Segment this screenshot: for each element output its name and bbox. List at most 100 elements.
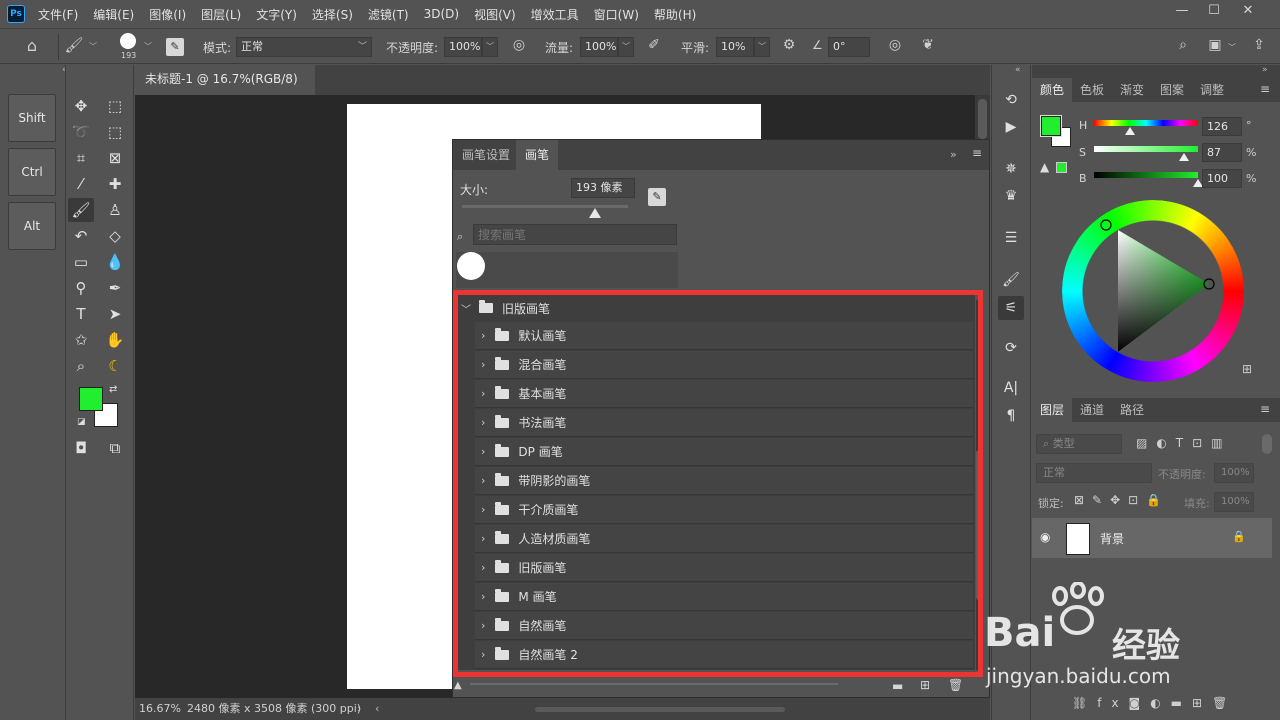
flow-dropdown[interactable]: ﹀: [618, 37, 634, 57]
menu-layer[interactable]: 图层(L): [201, 6, 241, 23]
new-folder-icon[interactable]: ▬: [892, 679, 903, 693]
brush-tool-icon[interactable]: 🖌: [68, 198, 94, 222]
share-icon[interactable]: ⇪: [1248, 37, 1270, 57]
panel-menu-icon[interactable]: ≡: [972, 146, 982, 160]
brush-folder-row[interactable]: › 混合画笔: [475, 351, 973, 379]
chevron-right-icon[interactable]: ›: [481, 648, 485, 661]
pressure-size-icon[interactable]: ◎: [884, 37, 906, 57]
clone-source-panel-icon[interactable]: ⟳: [998, 336, 1024, 360]
alt-key-button[interactable]: Alt: [8, 202, 56, 250]
chevron-right-icon[interactable]: ›: [481, 416, 485, 429]
eye-icon[interactable]: ◉: [1040, 530, 1050, 544]
pressure-opacity-icon[interactable]: ◎: [508, 37, 530, 57]
brush-preset-icon[interactable]: [120, 33, 136, 49]
layer-opacity-input[interactable]: 100%: [1214, 463, 1254, 483]
histogram-panel-icon[interactable]: ♛: [998, 184, 1024, 208]
hue-slider-thumb[interactable]: [1125, 127, 1136, 135]
search-icon[interactable]: ⌕: [1172, 37, 1194, 57]
expand-panel-icon[interactable]: »: [950, 148, 957, 161]
saturation-slider[interactable]: [1094, 146, 1198, 152]
brush-folder-row[interactable]: › 人造材质画笔: [475, 525, 973, 553]
hue-slider[interactable]: [1094, 120, 1198, 126]
root-folder-row[interactable]: ﹀ 旧版画笔: [458, 294, 974, 322]
opacity-dropdown[interactable]: ﹀: [482, 37, 498, 57]
tab-brush-settings[interactable]: 画笔设置: [453, 140, 519, 170]
history-panel-icon[interactable]: ⟲: [998, 88, 1024, 112]
marquee-tool-icon[interactable]: ⬚: [102, 94, 128, 118]
zoom-readout[interactable]: 16.67%: [139, 698, 181, 720]
panel-menu-icon[interactable]: ≡: [1260, 402, 1270, 416]
chevron-right-icon[interactable]: ›: [481, 590, 485, 603]
gear-icon[interactable]: ⚙: [778, 37, 800, 57]
web-safe-color-swatch[interactable]: [1056, 162, 1067, 173]
smooth-input[interactable]: 10%: [716, 37, 754, 57]
layer-filter-select[interactable]: ⌕ 类型: [1036, 434, 1122, 454]
lock-icons[interactable]: ⊠✎✥⊡🔒: [1074, 493, 1169, 507]
blend-mode-select[interactable]: 正常: [1036, 463, 1152, 483]
screen-mode-icon[interactable]: ⧉: [102, 436, 128, 460]
menu-type[interactable]: 文字(Y): [256, 6, 297, 23]
swap-colors-icon[interactable]: ⇄: [109, 384, 117, 395]
brush-folder-row[interactable]: › 自然画笔 2: [475, 641, 973, 669]
history-brush-tool-icon[interactable]: ↶: [68, 224, 94, 248]
preview-size-slider[interactable]: [470, 683, 838, 685]
chevron-down-icon[interactable]: ﹀: [461, 301, 471, 316]
brush-size-small-icon[interactable]: ▲: [454, 680, 462, 691]
chevron-right-icon[interactable]: ›: [481, 474, 485, 487]
chevron-down-icon[interactable]: ﹀: [144, 41, 152, 52]
menu-file[interactable]: 文件(F): [38, 6, 78, 23]
chevron-right-icon[interactable]: ›: [481, 503, 485, 516]
frame-tool-icon[interactable]: ⊠: [102, 146, 128, 170]
layer-filter-toggle[interactable]: [1262, 434, 1272, 454]
crop-tool-icon[interactable]: ⌗: [68, 146, 94, 170]
eyedropper-tool-icon[interactable]: ⁄: [68, 172, 94, 196]
brush-size-slider[interactable]: [462, 205, 628, 208]
brightness-input[interactable]: 100: [1202, 169, 1242, 188]
shape-tool-icon[interactable]: ✩: [68, 328, 94, 352]
brightness-slider[interactable]: [1094, 172, 1198, 178]
brush-list-scrollbar[interactable]: [976, 300, 982, 670]
lasso-tool-icon[interactable]: ➰: [68, 120, 94, 144]
brush-size-input[interactable]: 193 像素: [571, 178, 635, 198]
brush-folder-row[interactable]: › 干介质画笔: [475, 496, 973, 524]
horizontal-scrollbar[interactable]: [535, 707, 785, 712]
recent-brush-preset[interactable]: [457, 252, 485, 280]
menu-plugins[interactable]: 增效工具: [531, 6, 579, 23]
new-brush-icon[interactable]: ⊞: [920, 678, 930, 692]
chevron-right-icon[interactable]: ›: [481, 561, 485, 574]
foreground-color-swatch[interactable]: [79, 387, 103, 411]
color-wheel[interactable]: [1062, 200, 1244, 382]
mode-select[interactable]: 正常 ﹀: [236, 37, 372, 57]
chevron-right-icon[interactable]: ›: [481, 358, 485, 371]
blur-tool-icon[interactable]: 💧: [102, 250, 128, 274]
brush-folder-row[interactable]: › 默认画笔: [475, 322, 973, 350]
reset-brush-icon[interactable]: ✎: [648, 188, 666, 206]
opacity-input[interactable]: 100%: [444, 37, 482, 57]
menu-image[interactable]: 图像(I): [149, 6, 186, 23]
quick-mask-icon[interactable]: ◘: [68, 436, 94, 460]
chevron-left-icon[interactable]: ‹: [375, 698, 379, 720]
tab-layers[interactable]: 图层: [1032, 398, 1073, 422]
menu-select[interactable]: 选择(S): [312, 6, 353, 23]
add-icon[interactable]: ⊞: [1242, 362, 1252, 376]
chevron-right-icon[interactable]: ›: [481, 532, 485, 545]
fill-input[interactable]: 100%: [1214, 492, 1254, 512]
layer-row-background[interactable]: ◉ 背景 🔒: [1032, 518, 1272, 558]
saturation-input[interactable]: 87: [1202, 143, 1242, 162]
tab-adjustments[interactable]: 调整: [1192, 78, 1232, 102]
tab-patterns[interactable]: 图案: [1152, 78, 1192, 102]
chevron-right-icon[interactable]: ›: [481, 387, 485, 400]
menu-edit[interactable]: 编辑(E): [93, 6, 134, 23]
color-fg-swatch[interactable]: [1040, 115, 1062, 137]
minimize-icon[interactable]: —: [1166, 0, 1198, 24]
character-panel-icon[interactable]: A|: [998, 376, 1024, 400]
brush-folder-row[interactable]: › 自然画笔: [475, 612, 973, 640]
document-tab[interactable]: 未标题-1 @ 16.7%(RGB/8) *✕: [135, 65, 315, 114]
hand-tool-icon[interactable]: ✋: [102, 328, 128, 352]
brush-settings-toggle-icon[interactable]: ✎: [166, 38, 184, 56]
healing-brush-tool-icon[interactable]: ✚: [102, 172, 128, 196]
tab-paths[interactable]: 路径: [1112, 398, 1152, 422]
brush-search-input[interactable]: [473, 224, 677, 245]
chevron-right-icon[interactable]: ›: [481, 329, 485, 342]
tab-brushes[interactable]: 画笔: [516, 140, 559, 170]
